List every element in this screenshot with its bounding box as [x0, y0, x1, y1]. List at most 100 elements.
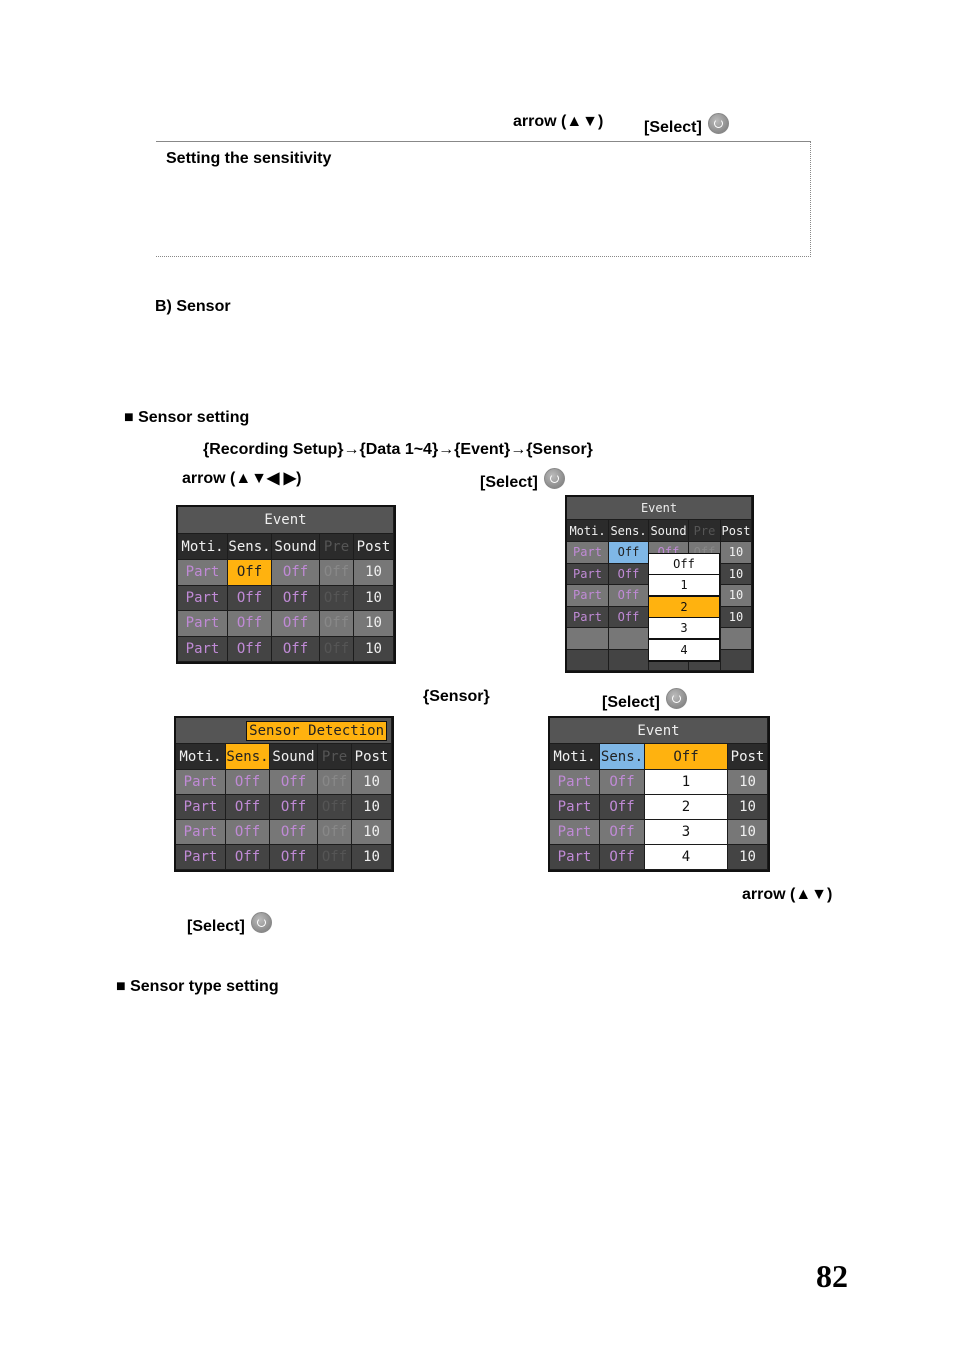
sensitivity-dropdown[interactable]: Off 1 2 3 4 [648, 552, 720, 663]
table-cell[interactable]: Part [567, 563, 609, 585]
sensitivity-option[interactable]: 2 [645, 795, 728, 820]
table-cell[interactable]: Off [270, 795, 318, 820]
sensitivity-option[interactable]: 1 [645, 770, 728, 795]
table-cell[interactable]: 10 [728, 795, 768, 820]
table-cell[interactable]: Off [270, 845, 318, 870]
column-header-pre[interactable]: Pre [320, 534, 354, 560]
table-cell[interactable]: 10 [728, 820, 768, 845]
table-cell[interactable]: Part [176, 820, 226, 845]
column-header-moti[interactable]: Moti. [567, 520, 609, 542]
select-button-icon [707, 113, 729, 134]
table-cell[interactable]: Off [609, 606, 649, 628]
table-cell[interactable]: Off [228, 636, 272, 662]
note-box: Setting the sensitivity [156, 141, 811, 257]
column-header-sens[interactable]: Sens. [609, 520, 649, 542]
table-cell[interactable]: Off [318, 795, 352, 820]
column-header-moti[interactable]: Moti. [178, 534, 228, 560]
table-cell[interactable]: 10 [352, 795, 392, 820]
sensitivity-option[interactable]: 4 [645, 845, 728, 870]
dropdown-option[interactable]: 2 [649, 596, 719, 617]
table-cell[interactable]: Part [550, 820, 600, 845]
table-cell[interactable]: Part [178, 611, 228, 637]
table-cell[interactable]: Off [226, 795, 270, 820]
table-cell[interactable]: Off [318, 820, 352, 845]
table-cell[interactable]: 10 [721, 585, 752, 607]
table-cell[interactable]: Off [228, 585, 272, 611]
table-cell[interactable]: 10 [352, 845, 392, 870]
table-cell[interactable]: Part [176, 770, 226, 795]
table-cell[interactable]: Off [320, 636, 354, 662]
table-cell[interactable]: Off [320, 585, 354, 611]
table-cell[interactable]: Off [600, 770, 645, 795]
table-cell[interactable]: Off [228, 611, 272, 637]
table-cell[interactable]: Off [272, 585, 320, 611]
table-cell[interactable]: Off [270, 820, 318, 845]
sensitivity-option[interactable]: 3 [645, 820, 728, 845]
page-number: 82 [816, 1258, 848, 1294]
table-cell[interactable]: Off [609, 563, 649, 585]
column-header-moti[interactable]: Moti. [176, 744, 226, 770]
table-cell[interactable]: 10 [352, 770, 392, 795]
table-cell[interactable]: Part [550, 795, 600, 820]
table-cell[interactable]: Off [318, 845, 352, 870]
table-cell[interactable]: 10 [354, 636, 394, 662]
table-cell[interactable]: Part [567, 606, 609, 628]
table-cell[interactable]: Off [270, 770, 318, 795]
table-cell[interactable]: Off [226, 820, 270, 845]
dropdown-option[interactable]: 3 [649, 618, 719, 639]
table-cell[interactable]: 10 [721, 606, 752, 628]
table-cell[interactable]: Off [272, 560, 320, 586]
column-header-sens[interactable]: Sens. [228, 534, 272, 560]
table-cell[interactable]: Part [550, 845, 600, 870]
table-cell[interactable]: Off [226, 770, 270, 795]
table-cell[interactable]: 10 [728, 770, 768, 795]
table-cell[interactable]: Off [272, 611, 320, 637]
column-header-post[interactable]: Post [352, 744, 392, 770]
select-instruction: [Select] [602, 688, 687, 712]
column-header-sens[interactable]: Sens. [226, 744, 270, 770]
table-cell[interactable]: Off [600, 820, 645, 845]
dropdown-option[interactable]: Off [649, 553, 719, 574]
table-cell[interactable]: Part [178, 585, 228, 611]
empty-cell [721, 649, 752, 671]
column-header-pre[interactable]: Pre [689, 520, 721, 542]
table-cell[interactable]: Off [609, 585, 649, 607]
dropdown-option[interactable]: 4 [649, 639, 719, 660]
table-cell[interactable]: Off [228, 560, 272, 586]
table-cell[interactable]: 10 [354, 560, 394, 586]
table-cell[interactable]: Off [226, 845, 270, 870]
table-cell[interactable]: Off [318, 770, 352, 795]
select-button-icon [543, 468, 565, 489]
table-cell[interactable]: Off [320, 611, 354, 637]
column-header-sens[interactable]: Sens. [600, 744, 645, 770]
table-cell[interactable]: Part [567, 542, 609, 564]
table-cell[interactable]: 10 [352, 820, 392, 845]
table-cell[interactable]: Part [178, 560, 228, 586]
table-cell[interactable]: Off [272, 636, 320, 662]
column-header-post[interactable]: Post [354, 534, 394, 560]
table-cell[interactable]: 10 [728, 845, 768, 870]
table-cell[interactable]: Off [600, 845, 645, 870]
column-header-post[interactable]: Post [721, 520, 752, 542]
table-cell[interactable]: 10 [721, 542, 752, 564]
column-header-sound[interactable]: Sound [270, 744, 318, 770]
table-cell[interactable]: Part [176, 795, 226, 820]
table-cell[interactable]: Part [176, 845, 226, 870]
column-header-sound[interactable]: Sound [649, 520, 689, 542]
table-cell[interactable]: Off [609, 542, 649, 564]
table-cell[interactable]: 10 [354, 611, 394, 637]
column-header-pre[interactable]: Pre [318, 744, 352, 770]
column-header-sound[interactable]: Sound [272, 534, 320, 560]
table-cell[interactable]: Part [567, 585, 609, 607]
table-cell[interactable]: Off [600, 795, 645, 820]
table-cell[interactable]: 10 [721, 563, 752, 585]
select-instruction: [Select] [187, 912, 272, 936]
dropdown-option[interactable]: 1 [649, 575, 719, 596]
table-cell[interactable]: 10 [354, 585, 394, 611]
table-cell[interactable]: Part [550, 770, 600, 795]
column-header-moti[interactable]: Moti. [550, 744, 600, 770]
table-cell[interactable]: Off [320, 560, 354, 586]
column-header-post[interactable]: Post [728, 744, 768, 770]
column-header-off[interactable]: Off [645, 744, 728, 770]
table-cell[interactable]: Part [178, 636, 228, 662]
